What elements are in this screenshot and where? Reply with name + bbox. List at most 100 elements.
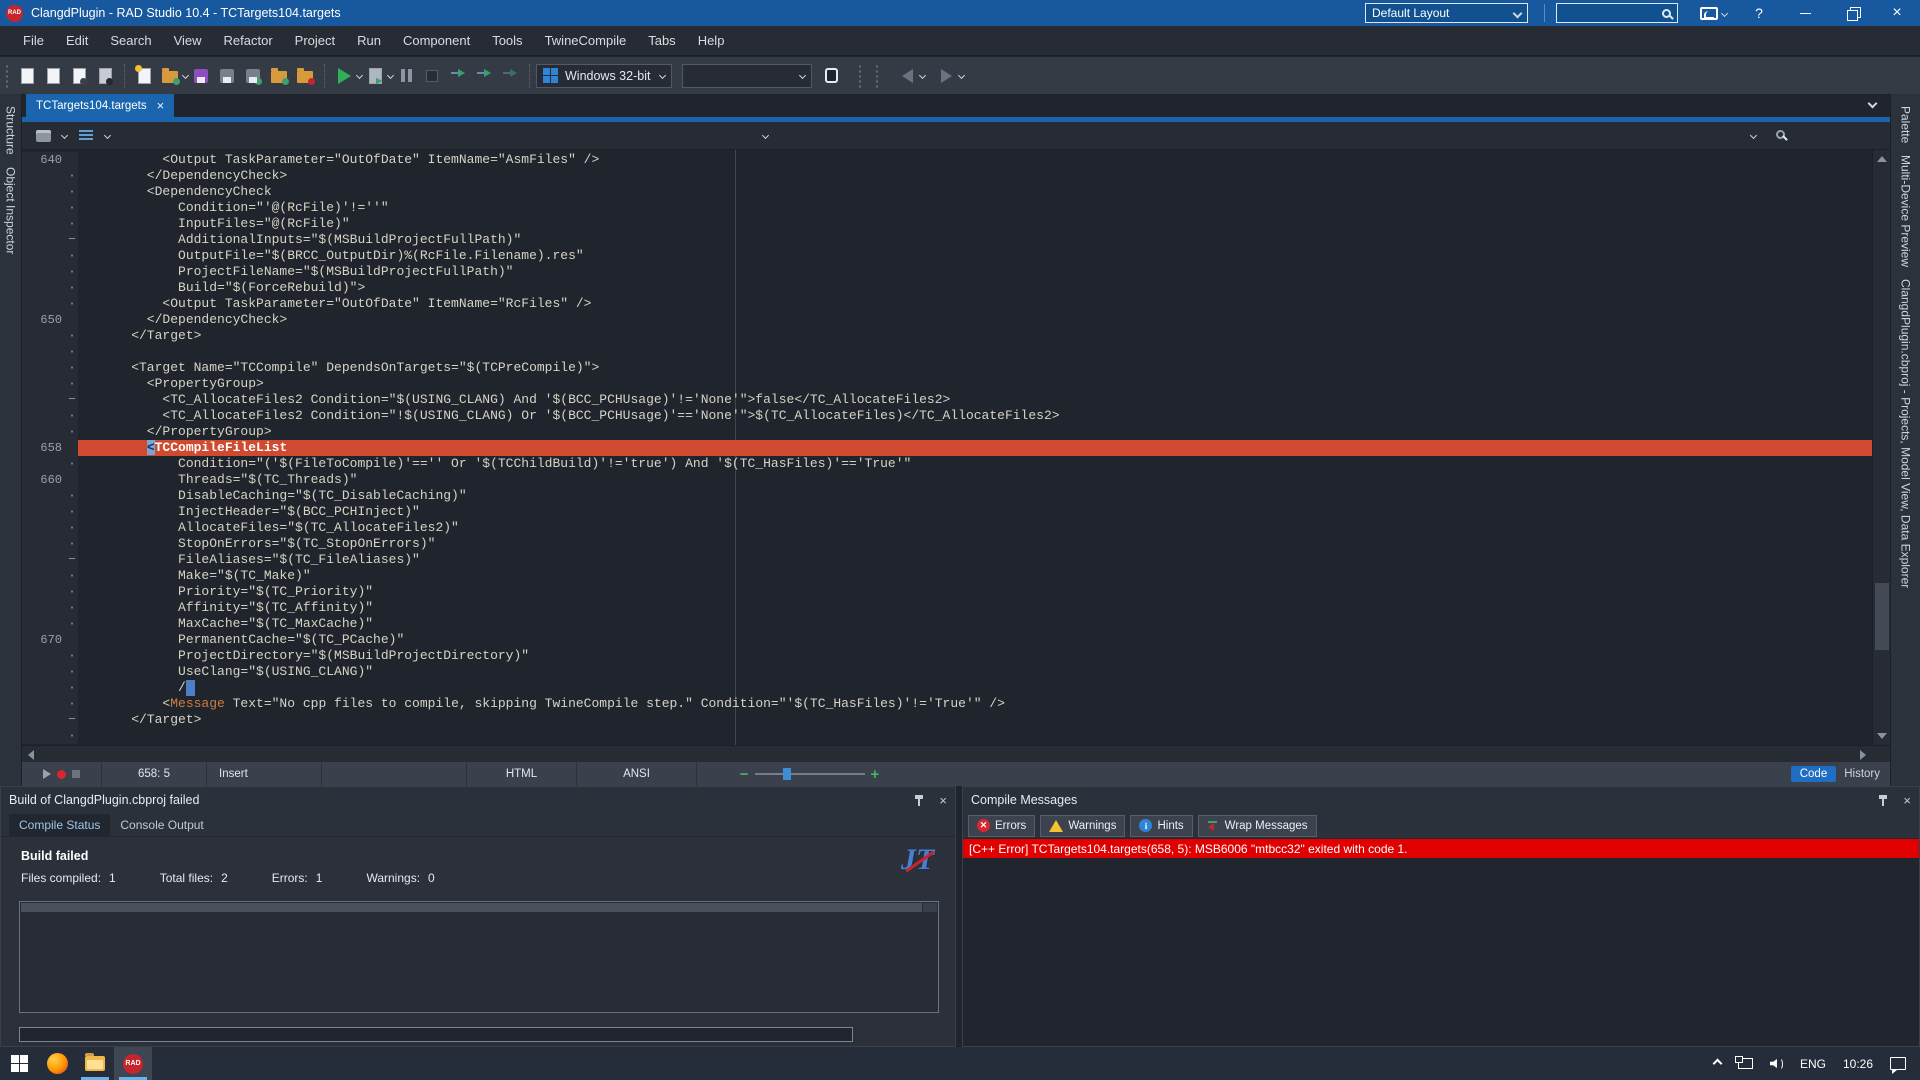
- new-file-button[interactable]: [14, 63, 40, 89]
- code-line[interactable]: − </Target>: [22, 712, 1872, 728]
- taskbar-firefox[interactable]: [38, 1047, 76, 1080]
- volume-icon[interactable]: [1770, 1058, 1783, 1070]
- toolbar-grip[interactable]: [5, 64, 9, 88]
- layout-selector-dropdown[interactable]: Default Layout: [1365, 3, 1528, 23]
- build-panel-tab[interactable]: Console Output: [110, 814, 213, 836]
- tab-tctargets104[interactable]: TCTargets104.targets ×: [26, 94, 174, 117]
- code-line[interactable]: 640 <Output TaskParameter="OutOfDate" It…: [22, 152, 1872, 168]
- hidden-icons-chevron-icon[interactable]: [1713, 1059, 1723, 1069]
- reopen-button[interactable]: [92, 63, 118, 89]
- code-line[interactable]: · DisableCaching="$(TC_DisableCaching)": [22, 488, 1872, 504]
- code-line[interactable]: ·: [22, 728, 1872, 744]
- tab-list-chevron-icon[interactable]: [1868, 99, 1878, 109]
- network-icon[interactable]: [1738, 1058, 1753, 1069]
- pause-button[interactable]: [393, 63, 419, 89]
- build-configuration-dropdown[interactable]: [682, 64, 812, 88]
- open-project-button[interactable]: [66, 63, 92, 89]
- title-bar[interactable]: RAD ClangdPlugin - RAD Studio 10.4 - TCT…: [0, 0, 1920, 26]
- scroll-left-icon[interactable]: [28, 750, 34, 760]
- open-from-version-control-button[interactable]: [157, 63, 183, 89]
- menu-item[interactable]: Tabs: [637, 28, 686, 53]
- dock-tab[interactable]: Structure: [4, 106, 18, 155]
- menu-item[interactable]: Tools: [481, 28, 533, 53]
- zoom-slider[interactable]: [755, 773, 865, 775]
- build-panel-tab[interactable]: Compile Status: [9, 814, 110, 836]
- step-over-button[interactable]: [471, 63, 497, 89]
- dock-tab[interactable]: Palette: [1899, 106, 1913, 143]
- code-line[interactable]: · Build="$(ForceRebuild)">: [22, 280, 1872, 296]
- code-line[interactable]: · StopOnErrors="$(TC_StopOnErrors)": [22, 536, 1872, 552]
- code-line[interactable]: 658 <TCCompileFileList: [22, 440, 1872, 456]
- code-line[interactable]: · MaxCache="$(TC_MaxCache)": [22, 616, 1872, 632]
- code-lines[interactable]: 640 <Output TaskParameter="OutOfDate" It…: [22, 152, 1872, 744]
- add-to-project-button[interactable]: [266, 63, 292, 89]
- format-button[interactable]: [73, 123, 99, 149]
- code-line[interactable]: · <PropertyGroup>: [22, 376, 1872, 392]
- code-line[interactable]: · Priority="$(TC_Priority)": [22, 584, 1872, 600]
- pin-icon[interactable]: [1877, 794, 1889, 806]
- zoom-out-icon[interactable]: −: [740, 766, 749, 783]
- menu-item[interactable]: View: [163, 28, 213, 53]
- dock-tab[interactable]: Multi-Device Preview: [1899, 155, 1913, 267]
- code-line[interactable]: 670 PermanentCache="$(TC_PCache)": [22, 632, 1872, 648]
- code-line[interactable]: · </DependencyCheck>: [22, 168, 1872, 184]
- view-tab-code[interactable]: Code: [1791, 766, 1837, 782]
- chevron-down-icon[interactable]: [61, 132, 68, 139]
- scroll-right-icon[interactable]: [1860, 750, 1866, 760]
- menu-item[interactable]: Refactor: [213, 28, 284, 53]
- filter-toggle-button[interactable]: Warnings: [1040, 815, 1125, 837]
- code-line[interactable]: − FileAliases="$(TC_FileAliases)": [22, 552, 1872, 568]
- horizontal-scrollbar[interactable]: [22, 745, 1890, 762]
- message-row[interactable]: [C++ Error] TCTargets104.targets(658, 5)…: [963, 839, 1919, 858]
- dock-tab[interactable]: ClangdPlugin.cbproj - Projects, Model Vi…: [1899, 279, 1913, 588]
- messages-panel-header[interactable]: Compile Messages ×: [963, 787, 1919, 813]
- navigate-forward-button[interactable]: [933, 63, 959, 89]
- chevron-down-icon[interactable]: [958, 72, 965, 79]
- syntax-mode[interactable]: HTML: [467, 762, 577, 786]
- pin-icon[interactable]: [913, 794, 925, 806]
- menu-item[interactable]: File: [12, 28, 55, 53]
- code-line[interactable]: · InputFiles="@(RcFile)": [22, 216, 1872, 232]
- code-line[interactable]: · Affinity="$(TC_Affinity)": [22, 600, 1872, 616]
- vertical-scrollbar[interactable]: [1872, 150, 1890, 745]
- taskbar-explorer[interactable]: [76, 1047, 114, 1080]
- navigate-back-button[interactable]: [894, 63, 920, 89]
- menu-item[interactable]: Run: [346, 28, 392, 53]
- code-line[interactable]: 660 Threads="$(TC_Threads)": [22, 472, 1872, 488]
- code-line[interactable]: · <TC_AllocateFiles2 Condition="!$(USING…: [22, 408, 1872, 424]
- scroll-down-icon[interactable]: [1877, 733, 1887, 739]
- open-file-button[interactable]: [40, 63, 66, 89]
- save-project-button[interactable]: [240, 63, 266, 89]
- code-line[interactable]: · <Output TaskParameter="OutOfDate" Item…: [22, 296, 1872, 312]
- new-item-button[interactable]: [131, 63, 157, 89]
- menu-item[interactable]: Help: [687, 28, 736, 53]
- zoom-in-icon[interactable]: +: [871, 766, 880, 783]
- taskbar-rad-studio[interactable]: RAD: [114, 1047, 152, 1080]
- code-line[interactable]: ·: [22, 344, 1872, 360]
- code-line[interactable]: · </PropertyGroup>: [22, 424, 1872, 440]
- code-editor[interactable]: 640 <Output TaskParameter="OutOfDate" It…: [22, 150, 1890, 745]
- dock-tab[interactable]: Object Inspector: [4, 167, 18, 254]
- chevron-down-icon[interactable]: [919, 72, 926, 79]
- code-line[interactable]: · ProjectFileName="$(MSBuildProjectFullP…: [22, 264, 1872, 280]
- code-line[interactable]: · </Target>: [22, 328, 1872, 344]
- code-line[interactable]: · UseClang="$(USING_CLANG)": [22, 664, 1872, 680]
- zoom-slider-thumb[interactable]: [783, 768, 791, 780]
- language-indicator[interactable]: ENG: [1800, 1057, 1826, 1071]
- step-out-button[interactable]: [497, 63, 523, 89]
- code-line[interactable]: − AdditionalInputs="$(MSBuildProjectFull…: [22, 232, 1872, 248]
- code-line[interactable]: · ProjectDirectory="$(MSBuildProjectDire…: [22, 648, 1872, 664]
- code-line[interactable]: 650 </DependencyCheck>: [22, 312, 1872, 328]
- scrollbar-thumb[interactable]: [1875, 583, 1889, 650]
- run-without-debugging-button[interactable]: [362, 63, 388, 89]
- filter-toggle-button[interactable]: Wrap Messages: [1198, 815, 1317, 837]
- toolbar-grip[interactable]: [858, 64, 862, 88]
- encoding[interactable]: ANSI: [577, 762, 697, 786]
- menu-item[interactable]: Project: [284, 28, 346, 53]
- scroll-up-icon[interactable]: [1877, 156, 1887, 162]
- editor-search-icon[interactable]: [1776, 130, 1785, 139]
- menu-item[interactable]: TwineCompile: [534, 28, 638, 53]
- restore-button[interactable]: [1828, 0, 1874, 26]
- trace-into-button[interactable]: [445, 63, 471, 89]
- code-line[interactable]: · InjectHeader="$(BCC_PCHInject)": [22, 504, 1872, 520]
